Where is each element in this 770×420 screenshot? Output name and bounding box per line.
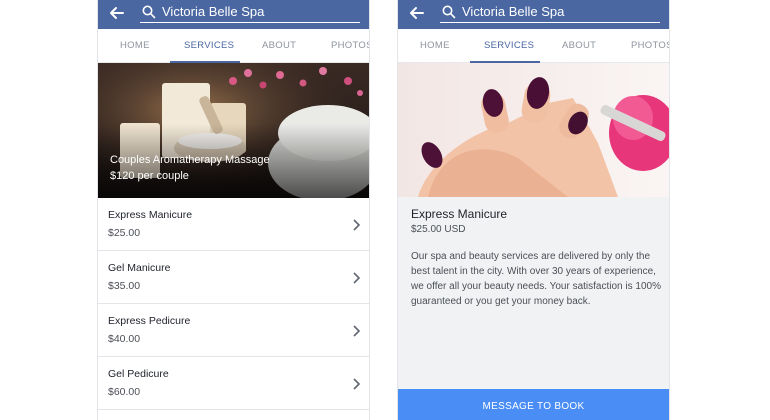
service-row-express-manicure[interactable]: Express Manicure $25.00: [98, 198, 369, 251]
service-name: Express Pedicure: [108, 315, 191, 327]
featured-service-card[interactable]: Couples Aromatherapy Massage $120 per co…: [98, 63, 369, 198]
search-icon: [442, 5, 456, 19]
chevron-right-icon: [353, 325, 361, 337]
back-arrow-icon[interactable]: [408, 4, 426, 22]
search-field[interactable]: Victoria Belle Spa: [140, 3, 360, 23]
tab-about[interactable]: ABOUT: [562, 29, 596, 63]
manicure-hand-image: [398, 63, 669, 197]
service-price: $35.00: [108, 280, 141, 292]
chevron-right-icon: [353, 272, 361, 284]
tab-photos[interactable]: PHOTOS: [631, 29, 669, 63]
search-icon: [142, 5, 156, 19]
service-list: Express Manicure $25.00 Gel Manicure $35…: [98, 198, 369, 410]
tab-services[interactable]: SERVICES: [484, 29, 534, 63]
chevron-right-icon: [353, 219, 361, 231]
tab-bar: HOME SERVICES ABOUT PHOTOS: [398, 29, 669, 63]
tab-photos[interactable]: PHOTOS: [331, 29, 369, 63]
service-row-gel-pedicure[interactable]: Gel Pedicure $60.00: [98, 357, 369, 410]
service-detail-screen: Victoria Belle Spa HOME SERVICES ABOUT P…: [397, 0, 670, 420]
service-title: Express Manicure: [411, 207, 508, 221]
service-description: Our spa and beauty services are delivere…: [411, 251, 661, 307]
tab-home[interactable]: HOME: [420, 29, 450, 63]
top-bar: Victoria Belle Spa: [398, 0, 669, 29]
service-row-gel-manicure[interactable]: Gel Manicure $35.00: [98, 251, 369, 304]
service-price: $25.00: [108, 227, 141, 239]
services-list-screen: Victoria Belle Spa HOME SERVICES ABOUT P…: [97, 0, 370, 420]
manicure-photo: [398, 63, 669, 197]
chevron-right-icon: [353, 378, 361, 390]
tab-bar: HOME SERVICES ABOUT PHOTOS: [98, 29, 369, 63]
service-name: Gel Manicure: [108, 262, 171, 274]
service-price: $60.00: [108, 386, 141, 398]
featured-price: $120 per couple: [110, 170, 189, 182]
service-price: $40.00: [108, 333, 141, 345]
search-text: Victoria Belle Spa: [462, 4, 565, 19]
service-name: Express Manicure: [108, 209, 193, 221]
featured-title: Couples Aromatherapy Massage: [110, 154, 270, 166]
service-name: Gel Pedicure: [108, 368, 169, 380]
featured-caption: Couples Aromatherapy Massage $120 per co…: [110, 152, 270, 184]
back-arrow-icon[interactable]: [108, 4, 126, 22]
tab-services[interactable]: SERVICES: [184, 29, 234, 63]
service-row-express-pedicure[interactable]: Express Pedicure $40.00: [98, 304, 369, 357]
service-price: $25.00 USD: [411, 224, 466, 235]
message-to-book-button[interactable]: MESSAGE TO BOOK: [398, 389, 669, 420]
search-text: Victoria Belle Spa: [162, 4, 265, 19]
top-bar: Victoria Belle Spa: [98, 0, 369, 29]
screenshot-stage: Victoria Belle Spa HOME SERVICES ABOUT P…: [0, 0, 770, 420]
tab-about[interactable]: ABOUT: [262, 29, 296, 63]
tab-home[interactable]: HOME: [120, 29, 150, 63]
search-field[interactable]: Victoria Belle Spa: [440, 3, 660, 23]
